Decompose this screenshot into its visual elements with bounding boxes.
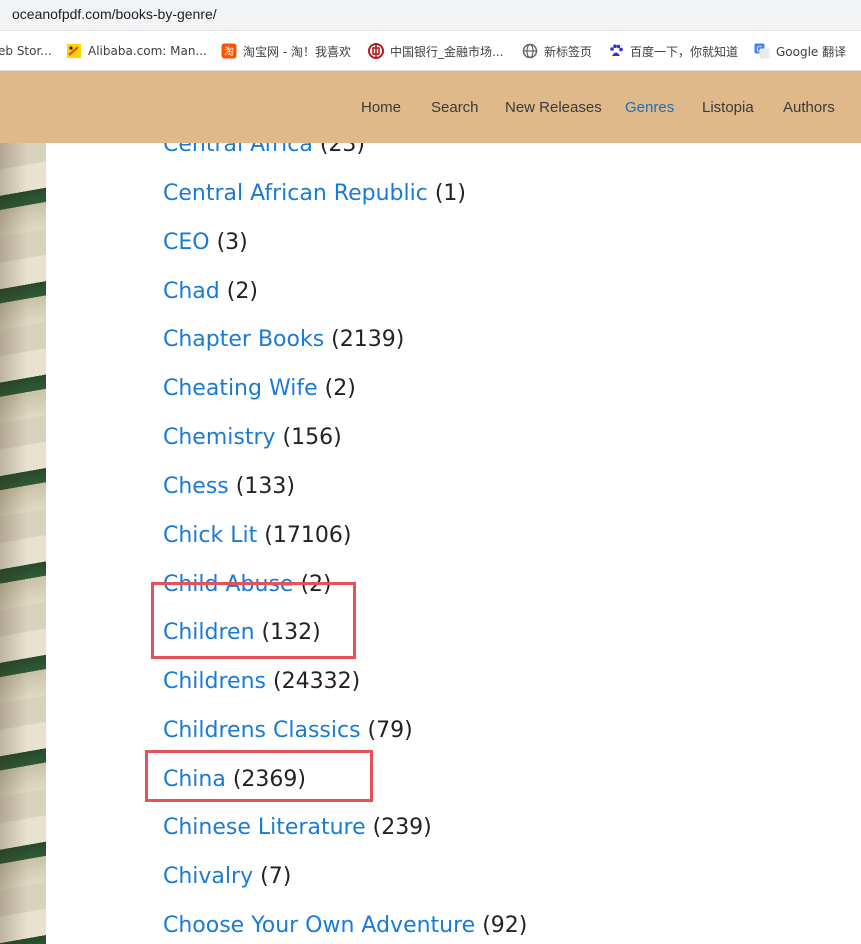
list-item: CEO (3) <box>163 227 248 259</box>
bookmark-taobao[interactable]: 淘 淘宝网 - 淘！我喜欢 <box>221 31 351 71</box>
genre-count: (79) <box>367 718 413 743</box>
address-bar[interactable]: oceanofpdf.com/books-by-genre/ <box>0 0 861 31</box>
list-item: Central Africa (23) <box>163 143 365 161</box>
genre-count: (2) <box>324 376 356 401</box>
nav-genres[interactable]: Genres <box>625 71 674 143</box>
list-item: Central African Republic (1) <box>163 178 466 210</box>
bookmark-new-tab[interactable]: 新标签页 <box>522 31 592 71</box>
genre-link[interactable]: CEO <box>163 230 210 255</box>
genre-link[interactable]: Central African Republic <box>163 181 428 206</box>
genre-link[interactable]: Chemistry <box>163 425 276 450</box>
bookmark-label: 中国银行_金融市场... <box>390 44 504 59</box>
genre-count: (23) <box>319 143 366 157</box>
alibaba-icon <box>66 43 82 59</box>
genre-count: (156) <box>282 425 342 450</box>
list-item: Childrens Classics (79) <box>163 715 413 747</box>
list-item: Chad (2) <box>163 276 258 308</box>
highlight-box-china <box>145 750 373 802</box>
list-item: Chivalry (7) <box>163 861 291 893</box>
genre-count: (7) <box>260 864 292 889</box>
globe-icon <box>522 43 538 59</box>
genre-link[interactable]: Chapter Books <box>163 327 324 352</box>
list-item: Chemistry (156) <box>163 422 342 454</box>
genre-link[interactable]: Chivalry <box>163 864 253 889</box>
bookmark-bank-of-china[interactable]: 中国银行_金融市场... <box>368 31 503 71</box>
list-item: Choose Your Own Adventure (92) <box>163 910 527 942</box>
list-item: Chick Lit (17106) <box>163 520 351 552</box>
baidu-icon <box>608 43 624 59</box>
genre-link[interactable]: Chad <box>163 279 220 304</box>
genre-count: (3) <box>216 230 248 255</box>
highlight-box-children <box>151 582 356 659</box>
bookmark-label: eb Stor... <box>0 44 52 58</box>
genre-list: Central Africa (23) Central African Repu… <box>0 143 861 944</box>
genre-link[interactable]: Chess <box>163 474 229 499</box>
svg-text:淘: 淘 <box>224 45 234 58</box>
bookmark-label: 淘宝网 - 淘！我喜欢 <box>243 44 351 59</box>
list-item: Childrens (24332) <box>163 666 360 698</box>
genre-count: (17106) <box>264 523 352 548</box>
url-text[interactable]: oceanofpdf.com/books-by-genre/ <box>12 6 217 22</box>
genre-link[interactable]: Choose Your Own Adventure <box>163 913 475 938</box>
genre-count: (1) <box>434 181 466 206</box>
genre-link[interactable]: Central Africa <box>163 143 313 157</box>
genre-link[interactable]: Childrens Classics <box>163 718 361 743</box>
genre-count: (2139) <box>331 327 405 352</box>
bookmark-google-translate[interactable]: G Google 翻译 <box>754 31 846 71</box>
bookmark-label: 新标签页 <box>544 44 593 59</box>
genre-link[interactable]: Cheating Wife <box>163 376 318 401</box>
taobao-icon: 淘 <box>221 43 237 59</box>
nav-authors[interactable]: Authors <box>783 71 835 143</box>
genre-count: (239) <box>372 815 432 840</box>
bank-of-china-icon <box>368 43 384 59</box>
bookmark-label: Alibaba.com: Man... <box>88 44 207 58</box>
bookmark-label: 百度一下，你就知道 <box>630 44 739 59</box>
genre-link[interactable]: Chinese Literature <box>163 815 366 840</box>
nav-listopia[interactable]: Listopia <box>702 71 754 143</box>
nav-new-releases[interactable]: New Releases <box>505 71 602 143</box>
genre-link[interactable]: Chick Lit <box>163 523 257 548</box>
genre-count: (2) <box>226 279 258 304</box>
google-translate-icon: G <box>754 43 770 59</box>
genre-count: (24332) <box>273 669 361 694</box>
genre-count: (133) <box>235 474 295 499</box>
bookmark-label: Google 翻译 <box>776 44 847 59</box>
genre-count: (92) <box>482 913 528 938</box>
nav-home[interactable]: Home <box>361 71 401 143</box>
list-item: Chess (133) <box>163 471 295 503</box>
bookmark-alibaba[interactable]: Alibaba.com: Man... <box>66 31 207 71</box>
site-header: Home Search New Releases Genres Listopia… <box>0 71 861 143</box>
list-item: Chinese Literature (239) <box>163 812 432 844</box>
bookmark-baidu[interactable]: 百度一下，你就知道 <box>608 31 738 71</box>
list-item: Cheating Wife (2) <box>163 373 356 405</box>
list-item: Chapter Books (2139) <box>163 324 404 356</box>
bookmark-web-store[interactable]: eb Stor... <box>0 31 52 71</box>
bookmarks-bar: eb Stor... Alibaba.com: Man... 淘 淘宝网 - 淘… <box>0 31 861 71</box>
svg-text:G: G <box>756 45 762 54</box>
genre-link[interactable]: Childrens <box>163 669 266 694</box>
nav-search[interactable]: Search <box>431 71 479 143</box>
